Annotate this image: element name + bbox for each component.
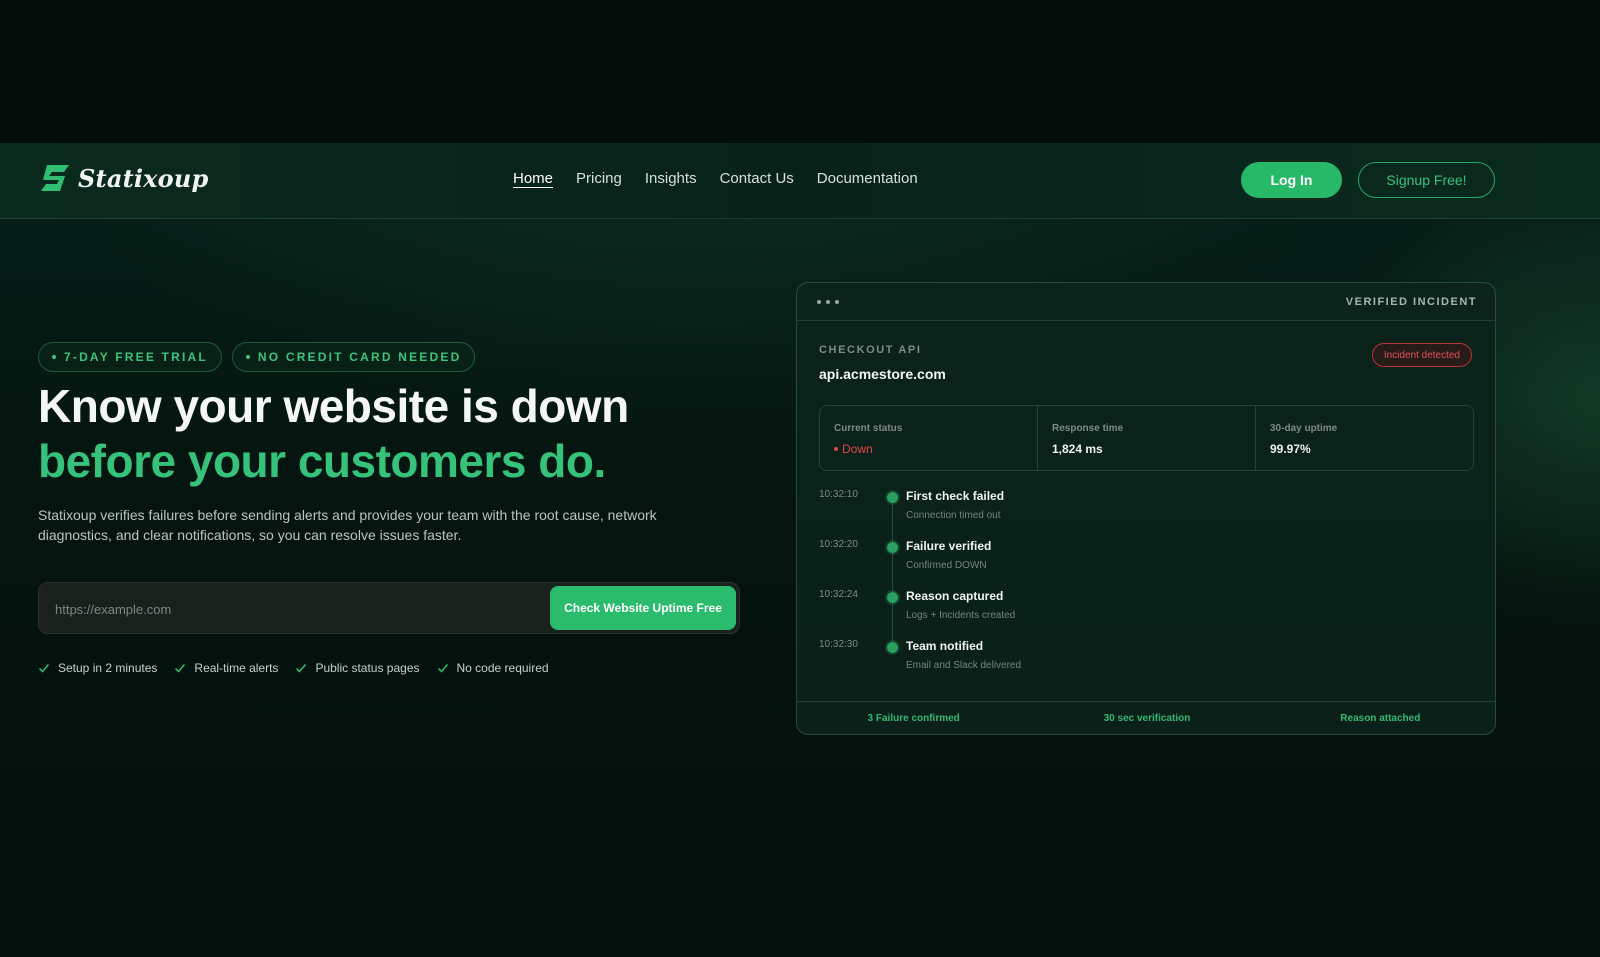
feature-item: Public status pages (295, 661, 420, 675)
timeline-dot-icon (887, 642, 898, 653)
status-dot-icon (834, 447, 838, 451)
status-value-text: Down (842, 442, 873, 456)
badge-free-trial: 7-DAY FREE TRIAL (38, 342, 222, 372)
incident-card: VERIFIED INCIDENT CHECKOUT API api.acmes… (796, 282, 1496, 735)
timeline-event: 10:32:30 Team notified Email and Slack d… (819, 637, 1419, 677)
stat-response-time: Response time 1,824 ms (1038, 406, 1256, 470)
check-uptime-button[interactable]: Check Website Uptime Free (550, 586, 736, 630)
timeline-dot-icon (887, 492, 898, 503)
brand-logo[interactable]: Statixoup (38, 163, 209, 193)
incident-card-footer: 3 Failure confirmed 30 sec verification … (797, 701, 1495, 734)
stat-label: 30-day uptime (1270, 423, 1338, 434)
event-subtitle: Email and Slack delivered (906, 660, 1022, 671)
incident-card-header: VERIFIED INCIDENT (797, 283, 1495, 321)
hero-title: Know your website is down before your cu… (38, 379, 738, 489)
main-nav: Home Pricing Insights Contact Us Documen… (513, 170, 918, 187)
event-title: First check failed (906, 489, 1005, 503)
lightning-s-logo-icon (41, 165, 69, 191)
feature-label: Real-time alerts (194, 661, 279, 675)
nav-contact-us[interactable]: Contact Us (720, 170, 794, 187)
timeline-event: 10:32:10 First check failed Connection t… (819, 487, 1419, 527)
nav-pricing[interactable]: Pricing (576, 170, 622, 187)
uptime-check-form: Check Website Uptime Free (38, 582, 740, 634)
badge-label: 7-DAY FREE TRIAL (64, 350, 208, 364)
hero-title-line2: before your customers do. (38, 435, 606, 487)
feature-item: Real-time alerts (174, 661, 278, 675)
feature-item: Setup in 2 minutes (38, 661, 157, 675)
timeline-dot-icon (887, 592, 898, 603)
feature-label: Setup in 2 minutes (58, 661, 158, 675)
service-label: CHECKOUT API (819, 344, 922, 356)
event-title: Team notified (906, 639, 984, 653)
check-icon (296, 664, 307, 673)
event-time: 10:32:24 (819, 589, 858, 600)
footer-verification-time: 30 sec verification (1103, 713, 1191, 724)
hero-badges: 7-DAY FREE TRIAL NO CREDIT CARD NEEDED (38, 342, 476, 372)
badge-no-credit-card: NO CREDIT CARD NEEDED (231, 342, 476, 372)
stat-uptime: 30-day uptime 99.97% (1256, 406, 1473, 470)
feature-list: Setup in 2 minutes Real-time alerts Publ… (38, 661, 549, 675)
check-icon (38, 664, 50, 673)
timeline-event: 10:32:24 Reason captured Logs + Incident… (819, 587, 1419, 627)
badge-dot (52, 355, 56, 359)
hero-title-line1: Know your website is down (38, 380, 629, 432)
incident-timeline: 10:32:10 First check failed Connection t… (819, 487, 1459, 687)
stat-current-status: Current status Down (820, 406, 1038, 470)
top-letterbox (0, 0, 1600, 143)
event-subtitle: Confirmed DOWN (906, 560, 987, 571)
nav-insights[interactable]: Insights (645, 170, 697, 187)
website-url-input[interactable] (55, 597, 535, 621)
incident-card-title: VERIFIED INCIDENT (1345, 296, 1477, 308)
badge-dot (245, 355, 250, 359)
stat-label: Current status (834, 423, 903, 434)
service-host: api.acmestore.com (819, 366, 946, 382)
stat-label: Response time (1052, 423, 1124, 434)
event-subtitle: Connection timed out (906, 510, 1001, 521)
incident-stats: Current status Down Response time 1,824 … (819, 405, 1474, 471)
event-time: 10:32:10 (819, 489, 858, 500)
timeline-dot-icon (887, 542, 898, 553)
badge-label: NO CREDIT CARD NEEDED (257, 350, 462, 364)
feature-label: No code required (456, 661, 549, 675)
event-title: Reason captured (906, 589, 1004, 603)
feature-label: Public status pages (315, 661, 420, 675)
footer-failure-confirmed: 3 Failure confirmed (867, 713, 960, 724)
stat-value: 99.97% (1270, 442, 1311, 456)
landing-page: Statixoup Home Pricing Insights Contact … (0, 143, 1600, 957)
nav-home[interactable]: Home (513, 170, 553, 187)
navbar: Statixoup Home Pricing Insights Contact … (0, 143, 1600, 219)
stat-value: 1,824 ms (1052, 442, 1103, 456)
incident-status-badge: Incident detected (1371, 343, 1472, 367)
event-subtitle: Logs + Incidents created (906, 610, 1016, 621)
stat-value: Down (834, 442, 873, 456)
timeline-event: 10:32:20 Failure verified Confirmed DOWN (819, 537, 1419, 577)
event-title: Failure verified (906, 539, 992, 553)
footer-reason-attached: Reason attached (1340, 713, 1421, 724)
nav-documentation[interactable]: Documentation (817, 170, 918, 187)
event-time: 10:32:20 (819, 539, 858, 550)
window-dots-icon (817, 300, 839, 304)
login-button[interactable]: Log In (1241, 162, 1342, 198)
event-time: 10:32:30 (819, 639, 858, 650)
check-icon (437, 664, 448, 673)
signup-button[interactable]: Signup Free! (1358, 162, 1495, 198)
brand-name: Statixoup (78, 163, 209, 193)
check-icon (175, 664, 186, 673)
hero-description: Statixoup verifies failures before sendi… (38, 507, 657, 543)
feature-item: No code required (437, 661, 549, 675)
